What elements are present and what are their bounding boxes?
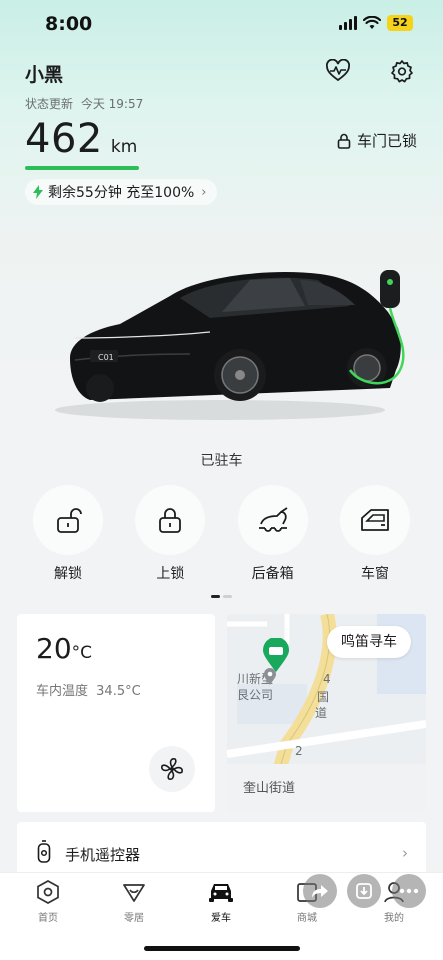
lightning-icon xyxy=(33,185,43,199)
gear-icon xyxy=(391,60,413,83)
tab-my-car-label: 爱车 xyxy=(211,913,231,924)
target-temperature: 20°C xyxy=(36,632,92,665)
unlock-button[interactable]: 解锁 xyxy=(33,485,103,583)
update-label: 状态更新 xyxy=(25,97,74,111)
page-dot-active xyxy=(211,595,220,598)
community-icon xyxy=(123,884,145,902)
map-road-text-3: 道 xyxy=(315,706,328,720)
charge-text: 剩余55分钟 充至100% xyxy=(48,185,195,201)
remote-key-icon xyxy=(37,840,51,863)
wifi-icon xyxy=(363,16,381,29)
fan-button[interactable] xyxy=(149,746,195,792)
map-road-text-2: 国 xyxy=(317,690,330,704)
temp-value: 20 xyxy=(36,632,72,665)
tab-home[interactable]: 首页 xyxy=(18,879,78,924)
map-marker-icon xyxy=(264,668,276,685)
chevron-right-icon: › xyxy=(402,844,408,862)
status-update-line: 状态更新 今天 19:57 xyxy=(25,95,143,112)
parked-status: 已驻车 xyxy=(200,453,243,469)
map-card[interactable]: 川新型 艮公司 4 国 道 2 鸣笛寻车 奎山街道 xyxy=(227,614,426,812)
lock-button[interactable]: 上锁 xyxy=(135,485,206,583)
inside-temperature: 车内温度 34.5°C xyxy=(36,680,141,699)
range-value: 462 xyxy=(25,116,103,162)
honk-find-car-button[interactable]: 鸣笛寻车 xyxy=(327,626,411,658)
plate-text: C01 xyxy=(98,353,114,362)
range-display: 462 km xyxy=(25,116,137,162)
inside-temp-value: 34.5°C xyxy=(96,684,141,699)
lock-circle[interactable] xyxy=(135,485,206,555)
status-bar: 8:00 52 xyxy=(0,0,443,50)
health-check-button[interactable] xyxy=(325,58,351,84)
inside-temp-label: 车内温度 xyxy=(36,684,89,699)
charge-status-pill[interactable]: 剩余55分钟 充至100% › xyxy=(25,179,217,205)
climate-card[interactable]: 20°C 车内温度 34.5°C xyxy=(17,614,215,812)
trunk-icon xyxy=(258,507,288,532)
lock-icon xyxy=(337,133,351,149)
trunk-label: 后备箱 xyxy=(251,566,294,582)
tab-community[interactable]: 零居 xyxy=(104,879,164,924)
download-icon xyxy=(356,883,372,899)
more-button[interactable] xyxy=(392,874,426,908)
home-hexagon-icon xyxy=(37,880,59,904)
trunk-circle[interactable] xyxy=(237,485,308,555)
more-icon xyxy=(399,888,419,894)
unlock-label: 解锁 xyxy=(54,566,82,582)
page-dot xyxy=(223,595,232,598)
share-arrow-icon xyxy=(312,885,328,898)
share-button[interactable] xyxy=(303,874,337,908)
door-status-label: 车门已锁 xyxy=(356,132,417,150)
settings-button[interactable] xyxy=(389,58,415,84)
door-status[interactable]: 车门已锁 xyxy=(337,130,417,151)
cellular-signal-icon xyxy=(339,16,357,30)
status-icons: 52 xyxy=(339,15,413,31)
temp-unit: °C xyxy=(71,643,93,663)
heart-pulse-icon xyxy=(326,59,350,82)
control-row: 解锁 上锁 后备箱 车窗 xyxy=(0,485,443,583)
map-road-text-4: 2 xyxy=(295,744,303,758)
lock-icon xyxy=(159,508,182,533)
header-actions xyxy=(325,58,415,84)
car-icon xyxy=(209,884,233,902)
map-road-text-1: 4 xyxy=(323,672,331,686)
unlock-icon xyxy=(57,508,82,533)
map-poi-text-2: 艮公司 xyxy=(237,688,274,702)
tab-profile-label: 我的 xyxy=(384,913,404,924)
trunk-button[interactable]: 后备箱 xyxy=(237,485,308,583)
unlock-circle[interactable] xyxy=(33,485,103,555)
tab-my-car[interactable]: 爱车 xyxy=(191,879,251,924)
home-indicator xyxy=(144,946,300,951)
range-bar xyxy=(25,166,139,170)
car-name[interactable]: 小黑 xyxy=(25,60,63,87)
range-unit: km xyxy=(110,137,138,157)
window-label: 车窗 xyxy=(360,566,389,582)
window-circle[interactable] xyxy=(339,485,410,555)
fan-icon xyxy=(161,758,183,780)
battery-indicator: 52 xyxy=(387,15,413,31)
chevron-right-icon: › xyxy=(201,184,207,200)
map-street-label: 奎山街道 xyxy=(243,781,296,796)
window-button[interactable]: 车窗 xyxy=(339,485,410,583)
status-time: 8:00 xyxy=(45,13,93,35)
page-indicator xyxy=(211,595,232,598)
update-time: 今天 19:57 xyxy=(80,97,144,111)
phone-remote-label: 手机遥控器 xyxy=(65,846,141,864)
tab-home-label: 首页 xyxy=(38,913,58,924)
lock-label: 上锁 xyxy=(156,566,185,582)
window-icon xyxy=(361,509,389,531)
tab-shop-label: 商城 xyxy=(297,913,317,924)
car-image[interactable]: C01 xyxy=(50,250,430,430)
tab-community-label: 零居 xyxy=(124,913,144,924)
save-button[interactable] xyxy=(347,874,381,908)
